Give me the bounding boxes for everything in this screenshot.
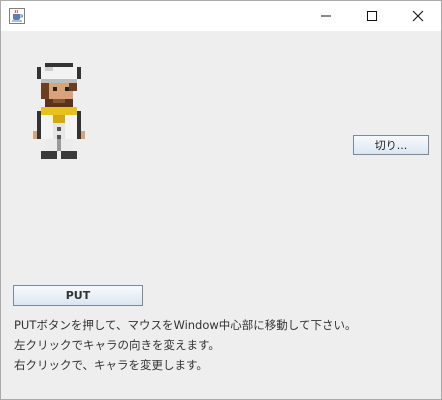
instructions: PUTボタンを押して、マウスをWindow中心部に移動して下さい。 左クリックで…	[14, 316, 434, 376]
put-button[interactable]: PUT	[13, 285, 143, 306]
instruction-line: 左クリックでキャラの向きを変えます。	[14, 338, 220, 352]
maximize-button[interactable]	[349, 1, 395, 31]
instruction-line: 右クリックで、キャラを変更します。	[14, 358, 208, 372]
app-window: 切り... PUT PUTボタンを押して、マウスをWindow中心部に移動して下…	[0, 0, 442, 400]
chef-character-sprite[interactable]	[33, 63, 85, 159]
minimize-button[interactable]	[303, 1, 349, 31]
instruction-line: PUTボタンを押して、マウスをWindow中心部に移動して下さい。	[14, 318, 357, 332]
title-bar[interactable]	[1, 1, 441, 31]
java-cup-icon	[9, 8, 25, 24]
close-icon	[412, 7, 424, 26]
close-button[interactable]	[395, 1, 441, 31]
content-area[interactable]: 切り... PUT PUTボタンを押して、マウスをWindow中心部に移動して下…	[1, 31, 441, 399]
cut-button[interactable]: 切り...	[353, 135, 429, 155]
maximize-icon	[366, 7, 378, 26]
minimize-icon	[320, 7, 332, 26]
